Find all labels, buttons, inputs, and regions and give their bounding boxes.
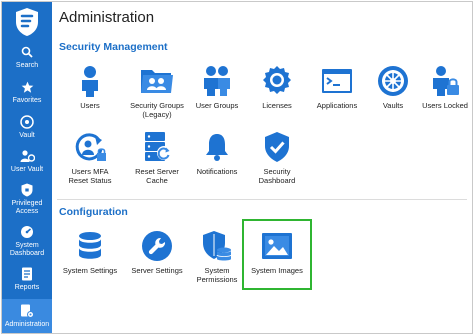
license-badge-icon: [259, 64, 295, 98]
section-divider: [57, 199, 467, 200]
tile-system-images[interactable]: System Images: [242, 219, 312, 290]
tile-security-dashboard[interactable]: Security Dashboard: [242, 130, 312, 185]
sidebar-item-privileged-access[interactable]: Privileged Access: [2, 182, 52, 216]
tile-label: Reset Server Cache: [135, 167, 179, 185]
sidebar-item-label: Vault: [19, 132, 35, 139]
tile-label: Users MFA Reset Status: [68, 167, 112, 185]
vault-icon: [19, 114, 35, 130]
search-icon: [19, 44, 35, 60]
sidebar-item-label: Privileged Access: [11, 200, 43, 215]
vault-wheel-icon: [375, 64, 411, 98]
tile-label: System Settings: [62, 266, 118, 275]
sidebar-item-favorites[interactable]: Favorites: [2, 79, 52, 105]
section-title-security-management: Security Management: [59, 41, 168, 53]
tile-users-mfa-reset-status[interactable]: Users MFA Reset Status: [55, 130, 125, 185]
administration-icon: [19, 303, 35, 319]
tile-label: Applications: [316, 101, 358, 110]
tile-label: Licenses: [262, 101, 292, 110]
shield-icon: [19, 182, 35, 198]
user-group-icon: [199, 64, 235, 98]
reports-icon: [19, 266, 35, 282]
tile-system-settings[interactable]: System Settings: [55, 229, 125, 275]
sidebar-item-label: Search: [15, 62, 39, 69]
app-window: Search Favorites Vault User Vault Privil: [1, 1, 473, 334]
sidebar-item-system-dashboard[interactable]: System Dashboard: [2, 224, 52, 258]
tile-label: User Groups: [195, 101, 239, 110]
tile-label: Server Settings: [131, 266, 183, 275]
tile-label: Vaults: [382, 101, 404, 110]
shield-database-icon: [199, 229, 235, 263]
tile-label: Notifications: [196, 167, 238, 176]
tile-label: Users: [80, 101, 100, 110]
folder-people-icon: [139, 64, 175, 98]
tile-label: Security Dashboard: [258, 167, 296, 185]
sidebar-item-vault[interactable]: Vault: [2, 114, 52, 140]
page-title: Administration: [59, 9, 155, 26]
sidebar: Search Favorites Vault User Vault Privil: [2, 2, 52, 333]
bell-icon: [199, 130, 235, 164]
user-reset-icon: [72, 130, 108, 164]
sidebar-item-label: Favorites: [12, 97, 42, 104]
main-content: Administration Security Management Users…: [52, 2, 472, 333]
tile-label: Users Locked: [422, 101, 468, 110]
sidebar-item-user-vault[interactable]: User Vault: [2, 148, 52, 174]
app-logo[interactable]: [8, 6, 46, 38]
tile-label: System Images: [251, 266, 303, 275]
tile-label: Security Groups (Legacy): [130, 101, 184, 119]
sidebar-item-label: Administration: [4, 321, 50, 328]
sidebar-item-label: Reports: [14, 284, 40, 291]
sidebar-item-reports[interactable]: Reports: [2, 266, 52, 292]
sidebar-item-label: User Vault: [10, 166, 44, 173]
tile-users[interactable]: Users: [55, 64, 125, 110]
tile-users-locked[interactable]: Users Locked: [410, 64, 472, 110]
tile-label: System Permissions: [196, 266, 238, 284]
terminal-window-icon: [319, 64, 355, 98]
user-icon: [72, 64, 108, 98]
star-icon: [19, 79, 35, 95]
wrench-icon: [139, 229, 175, 263]
user-vault-icon: [19, 148, 35, 164]
server-reset-icon: [139, 130, 175, 164]
image-icon: [259, 229, 295, 263]
sidebar-item-label: System Dashboard: [9, 242, 45, 257]
shield-check-icon: [259, 130, 295, 164]
section-title-configuration: Configuration: [59, 206, 128, 218]
sidebar-item-search[interactable]: Search: [2, 44, 52, 70]
database-icon: [72, 229, 108, 263]
sidebar-item-administration[interactable]: Administration: [2, 299, 52, 333]
user-lock-icon: [427, 64, 463, 98]
dashboard-icon: [19, 224, 35, 240]
